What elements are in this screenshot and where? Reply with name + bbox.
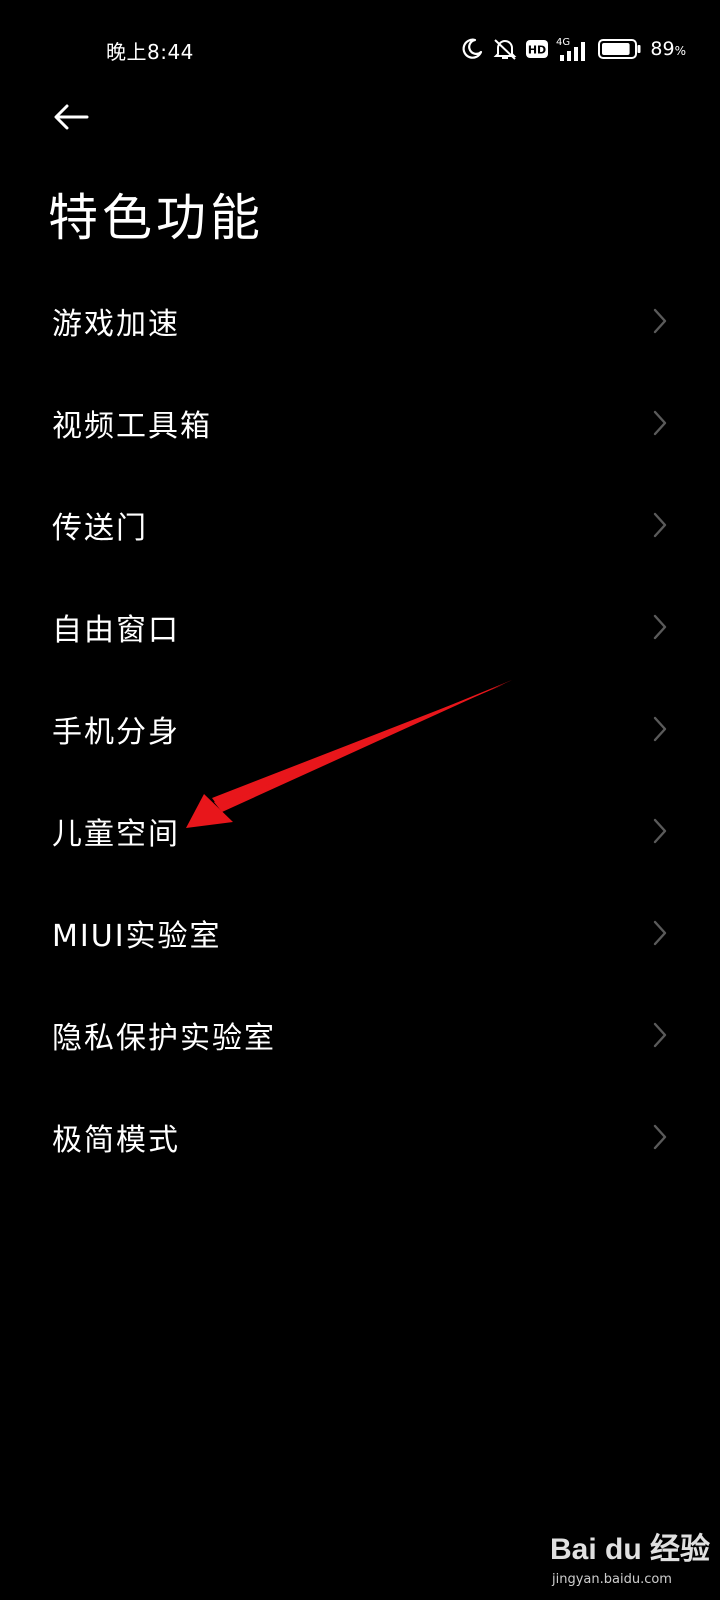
moon-icon [460, 37, 484, 61]
status-time: 晚上8:44 [106, 40, 194, 64]
chevron-right-icon [653, 1022, 667, 1048]
menu-item-minimal-mode[interactable]: 极简模式 [0, 1086, 720, 1188]
back-button[interactable] [46, 96, 96, 142]
chevron-right-icon [653, 716, 667, 742]
menu-item-label: 隐私保护实验室 [52, 1021, 276, 1056]
menu-item-privacy-lab[interactable]: 隐私保护实验室 [0, 984, 720, 1086]
menu-item-label: 手机分身 [52, 715, 180, 750]
chevron-right-icon [653, 410, 667, 436]
mute-icon [492, 37, 518, 61]
back-arrow-icon [51, 102, 91, 136]
signal-icon: 4G [556, 36, 590, 62]
page-title: 特色功能 [48, 189, 264, 247]
menu-item-label: 自由窗口 [52, 613, 180, 648]
baidu-jingyan-watermark: Bai du 经验 jingyan.baidu.com [550, 1510, 710, 1590]
menu-item-label: 极简模式 [52, 1123, 180, 1158]
battery-unit: % [674, 44, 686, 58]
hd-badge-text: HD [528, 44, 546, 57]
chevron-right-icon [653, 512, 667, 538]
menu-item-label: 游戏加速 [52, 307, 180, 342]
menu-item-free-window[interactable]: 自由窗口 [0, 576, 720, 678]
menu-item-label: 传送门 [52, 511, 148, 546]
menu-item-kids-space[interactable]: 儿童空间 [0, 780, 720, 882]
network-type: 4G [556, 37, 570, 48]
status-icons: HD 4G 89% [460, 34, 686, 64]
watermark-url: jingyan.baidu.com [552, 1572, 672, 1587]
menu-item-label: MIUI实验室 [52, 919, 222, 954]
battery-percent: 89% [650, 38, 686, 60]
menu-item-portal[interactable]: 传送门 [0, 474, 720, 576]
menu-item-game-boost[interactable]: 游戏加速 [0, 270, 720, 372]
menu-item-label: 视频工具箱 [52, 409, 212, 444]
menu-item-label: 儿童空间 [52, 817, 180, 852]
watermark-logo: Bai du 经验 [550, 1533, 711, 1566]
menu-item-dual-apps[interactable]: 手机分身 [0, 678, 720, 780]
menu-item-video-toolbox[interactable]: 视频工具箱 [0, 372, 720, 474]
feature-menu: 游戏加速 视频工具箱 传送门 自由窗口 手机分身 儿童空间 MIUI实验室 隐私… [0, 270, 720, 1188]
battery-icon [598, 39, 642, 59]
chevron-right-icon [653, 614, 667, 640]
chevron-right-icon [653, 308, 667, 334]
hd-icon: HD [526, 40, 549, 58]
battery-value: 89 [650, 38, 675, 60]
status-bar: 晚上8:44 HD 4G 89% [0, 0, 720, 100]
chevron-right-icon [653, 818, 667, 844]
menu-item-miui-lab[interactable]: MIUI实验室 [0, 882, 720, 984]
chevron-right-icon [653, 920, 667, 946]
chevron-right-icon [653, 1124, 667, 1150]
